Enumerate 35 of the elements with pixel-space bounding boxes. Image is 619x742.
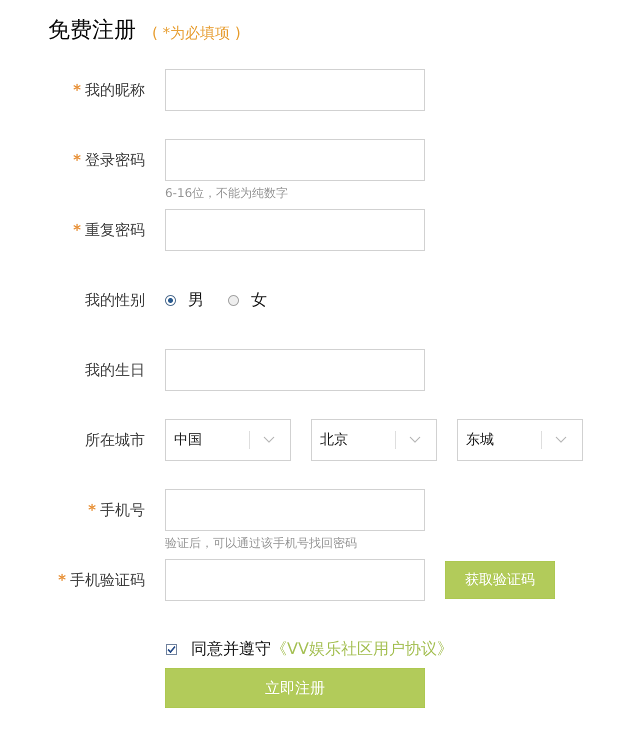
input-field[interactable] [165, 139, 425, 181]
page-title: 免费注册 [48, 17, 136, 45]
input-field[interactable] [165, 69, 425, 111]
radio-button[interactable] [165, 294, 176, 306]
required-mark: * [73, 221, 81, 239]
field-label: 我的性别 [85, 290, 145, 310]
input-field[interactable] [165, 559, 425, 601]
required-note: ( *为必填项 ) [152, 23, 241, 44]
field-label: 重复密码 [85, 220, 145, 240]
dropdown[interactable]: 北京 [311, 419, 437, 461]
field-label: 登录密码 [85, 150, 145, 170]
field-label: 手机验证码 [70, 570, 145, 590]
required-mark: * [88, 501, 96, 519]
input-field[interactable] [165, 489, 425, 531]
chevron-icon [263, 436, 275, 444]
agreement-checkbox[interactable] [166, 644, 177, 654]
required-mark: * [73, 151, 81, 169]
dropdown[interactable]: 中国 [165, 419, 291, 461]
radio-label: 男 [188, 290, 204, 310]
field-hint: 验证后，可以通过该手机号找回密码 [165, 536, 358, 551]
input-field[interactable] [165, 209, 425, 251]
chevron-icon [409, 436, 421, 444]
field-label: 所在城市 [85, 430, 145, 450]
dropdown[interactable]: 东城 [457, 419, 583, 461]
input-field[interactable] [165, 349, 425, 391]
required-mark: * [58, 571, 66, 589]
agreement-text: 同意并遵守 [191, 638, 271, 660]
radio-label: 女 [251, 290, 267, 310]
radio-button[interactable] [228, 294, 239, 306]
chevron-icon [555, 436, 567, 444]
field-label: 我的生日 [85, 360, 145, 380]
required-mark: * [73, 81, 81, 99]
field-hint: 6-16位，不能为纯数字 [165, 186, 290, 201]
field-label: 我的昵称 [85, 80, 145, 100]
field-label: 手机号 [100, 500, 145, 520]
